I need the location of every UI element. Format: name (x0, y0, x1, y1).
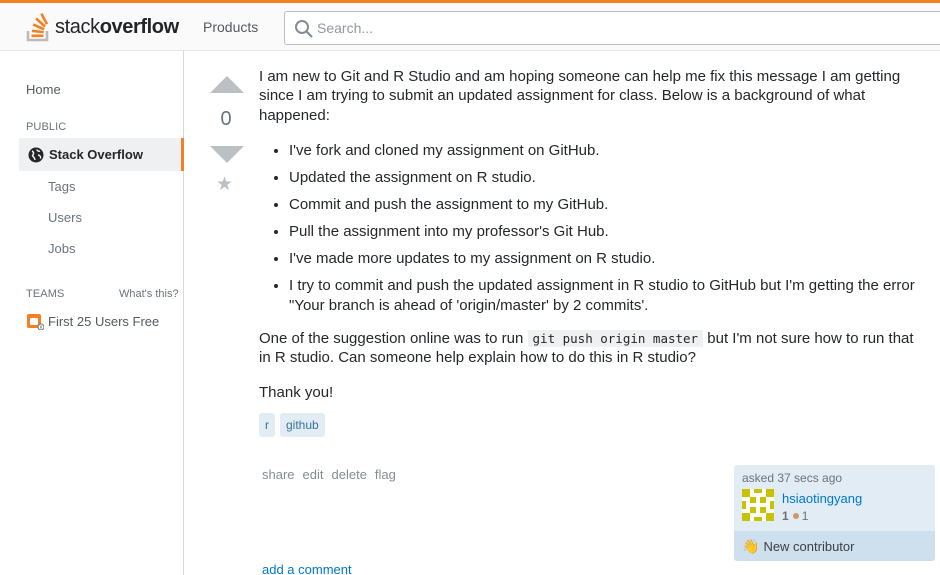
share-link[interactable]: share (262, 467, 295, 482)
nav-teams-heading: TEAMS (26, 288, 65, 300)
delete-link[interactable]: delete (332, 467, 367, 482)
site-logo[interactable]: stackoverflow (26, 11, 179, 43)
list-item: I try to commit and push the updated ass… (289, 276, 929, 315)
search-input[interactable] (317, 16, 917, 40)
thanks-paragraph: Thank you! (259, 383, 334, 401)
nav-users[interactable]: Users (48, 210, 82, 225)
owner-card: asked 37 secs ago hsiaotingyang 1 1 👋 Ne… (734, 465, 935, 561)
username-link[interactable]: hsiaotingyang (782, 491, 862, 506)
tag-list: r github (259, 413, 325, 437)
nav-jobs[interactable]: Jobs (48, 241, 75, 256)
asked-time: asked 37 secs ago (742, 471, 843, 485)
reputation-score: 1 (782, 509, 789, 523)
nav-stack-overflow[interactable]: Stack Overflow (19, 138, 184, 171)
waving-hand-icon: 👋 (742, 537, 760, 554)
suggestion-paragraph: One of the suggestion online was to run … (259, 329, 929, 368)
nav-tags[interactable]: Tags (48, 179, 75, 194)
question-body: I am new to Git and R Studio and am hopi… (259, 67, 929, 417)
nav-public-heading: PUBLIC (26, 121, 67, 133)
list-item: I've made more updates to my assignment … (289, 249, 929, 268)
search-box (284, 11, 940, 45)
list-item: Updated the assignment on R studio. (289, 168, 929, 187)
briefcase-icon (27, 314, 44, 330)
avatar[interactable] (742, 489, 774, 521)
nav-active-label: Stack Overflow (49, 147, 143, 162)
vote-count: 0 (220, 108, 232, 130)
logo-text: stackoverflow (55, 15, 179, 38)
suggestion-text-before: One of the suggestion online was to run (259, 330, 528, 348)
add-comment-link[interactable]: add a comment (262, 562, 352, 575)
inline-code: git push origin master (527, 330, 704, 348)
upvote-arrow-icon[interactable] (210, 76, 244, 93)
question-intro: I am new to Git and R Studio and am hopi… (259, 68, 901, 124)
nav-home[interactable]: Home (26, 82, 61, 97)
stack-logo-icon (26, 12, 49, 42)
favorite-star-icon[interactable]: ★ (216, 175, 233, 194)
post-menu: share edit delete flag (262, 467, 396, 482)
list-item: I've fork and cloned my assignment on Gi… (289, 141, 929, 160)
search-icon (295, 20, 313, 38)
bronze-badge-count: 1 (801, 509, 809, 523)
teams-promo-label: First 25 Users Free (48, 313, 160, 329)
products-menu[interactable]: Products (203, 19, 258, 35)
whats-this-link[interactable]: What's this? (119, 288, 179, 300)
list-item: Commit and push the assignment to my Git… (289, 195, 929, 214)
bronze-badge-icon (792, 513, 799, 519)
list-item: Pull the assignment into my professor's … (289, 222, 929, 241)
left-sidebar: Home PUBLIC Stack Overflow Tags Users Jo… (0, 51, 184, 575)
top-bar: stackoverflow Products (0, 0, 940, 51)
steps-list: I've fork and cloned my assignment on Gi… (289, 141, 929, 315)
new-contributor-label: New contributor (763, 538, 855, 554)
edit-link[interactable]: edit (303, 467, 324, 482)
teams-promo-link[interactable]: First 25 Users Free (26, 312, 159, 330)
globe-icon (28, 147, 44, 162)
flag-link[interactable]: flag (375, 467, 396, 482)
downvote-arrow-icon[interactable] (210, 146, 244, 163)
user-reputation: 1 1 (782, 509, 808, 523)
tag-r[interactable]: r (259, 413, 275, 437)
new-contributor-notice[interactable]: 👋 New contributor (734, 531, 935, 561)
tag-github[interactable]: github (280, 413, 325, 437)
